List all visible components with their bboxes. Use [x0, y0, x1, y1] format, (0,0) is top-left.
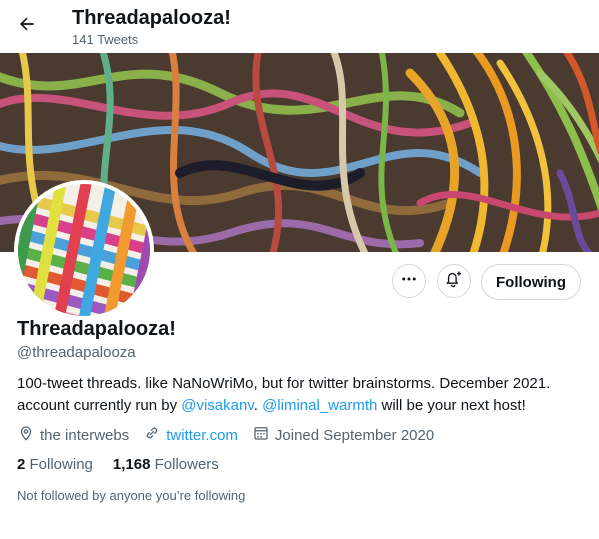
- followers-count-link[interactable]: 1,168 Followers: [113, 456, 219, 473]
- followers-label: Followers: [154, 456, 219, 473]
- mention-link-liminal-warmth[interactable]: @liminal_warmth: [262, 397, 377, 414]
- more-dots-icon: [400, 270, 418, 293]
- website-item: twitter.com: [143, 424, 238, 446]
- joined-item: Joined September 2020: [252, 424, 434, 446]
- more-options-button[interactable]: [392, 264, 426, 298]
- following-count-link[interactable]: 2 Following: [17, 456, 93, 473]
- following-count: 2: [17, 456, 26, 473]
- notifications-button[interactable]: [437, 264, 471, 298]
- followers-count: 1,168: [112, 456, 151, 473]
- location-item: the interwebs: [17, 424, 129, 446]
- profile-avatar[interactable]: [14, 180, 154, 320]
- website-link[interactable]: twitter.com: [166, 427, 238, 444]
- tweet-count: 141 Tweets: [72, 32, 139, 47]
- not-followed-notice: Not followed by anyone you’re following: [17, 488, 246, 503]
- header-title: Threadapalooza!: [72, 7, 231, 29]
- bio-text: will be your next host!: [377, 397, 526, 414]
- bell-plus-icon: [444, 269, 464, 294]
- location-pin-icon: [17, 424, 40, 446]
- follow-stats: 2 Following 1,168 Followers: [17, 456, 239, 473]
- avatar-image: [18, 184, 150, 316]
- profile-bio: 100-tweet threads. like NaNoWriMo, but f…: [17, 373, 587, 417]
- bio-line-1: 100-tweet threads. like NaNoWriMo, but f…: [17, 375, 551, 392]
- profile-meta: the interwebs twitter.com Joined Septemb…: [17, 424, 448, 446]
- profile-header-bar: Threadapalooza! 141 Tweets: [0, 0, 599, 53]
- arrow-left-icon: [17, 14, 37, 39]
- mention-link-visakanv[interactable]: @visakanv: [181, 397, 253, 414]
- back-button[interactable]: [10, 9, 44, 43]
- location-text: the interwebs: [40, 426, 130, 444]
- calendar-icon: [252, 424, 275, 446]
- profile-name: Threadapalooza!: [17, 318, 176, 340]
- bio-text: .: [253, 397, 263, 414]
- bio-line-2: account currently run by @visakanv. @lim…: [17, 395, 587, 417]
- following-label: Following: [29, 456, 93, 473]
- joined-text: Joined September 2020: [274, 426, 435, 444]
- bio-text: account currently run by: [17, 397, 182, 414]
- link-icon: [143, 424, 166, 446]
- following-button[interactable]: Following: [481, 264, 581, 300]
- profile-handle: @threadapalooza: [17, 344, 136, 361]
